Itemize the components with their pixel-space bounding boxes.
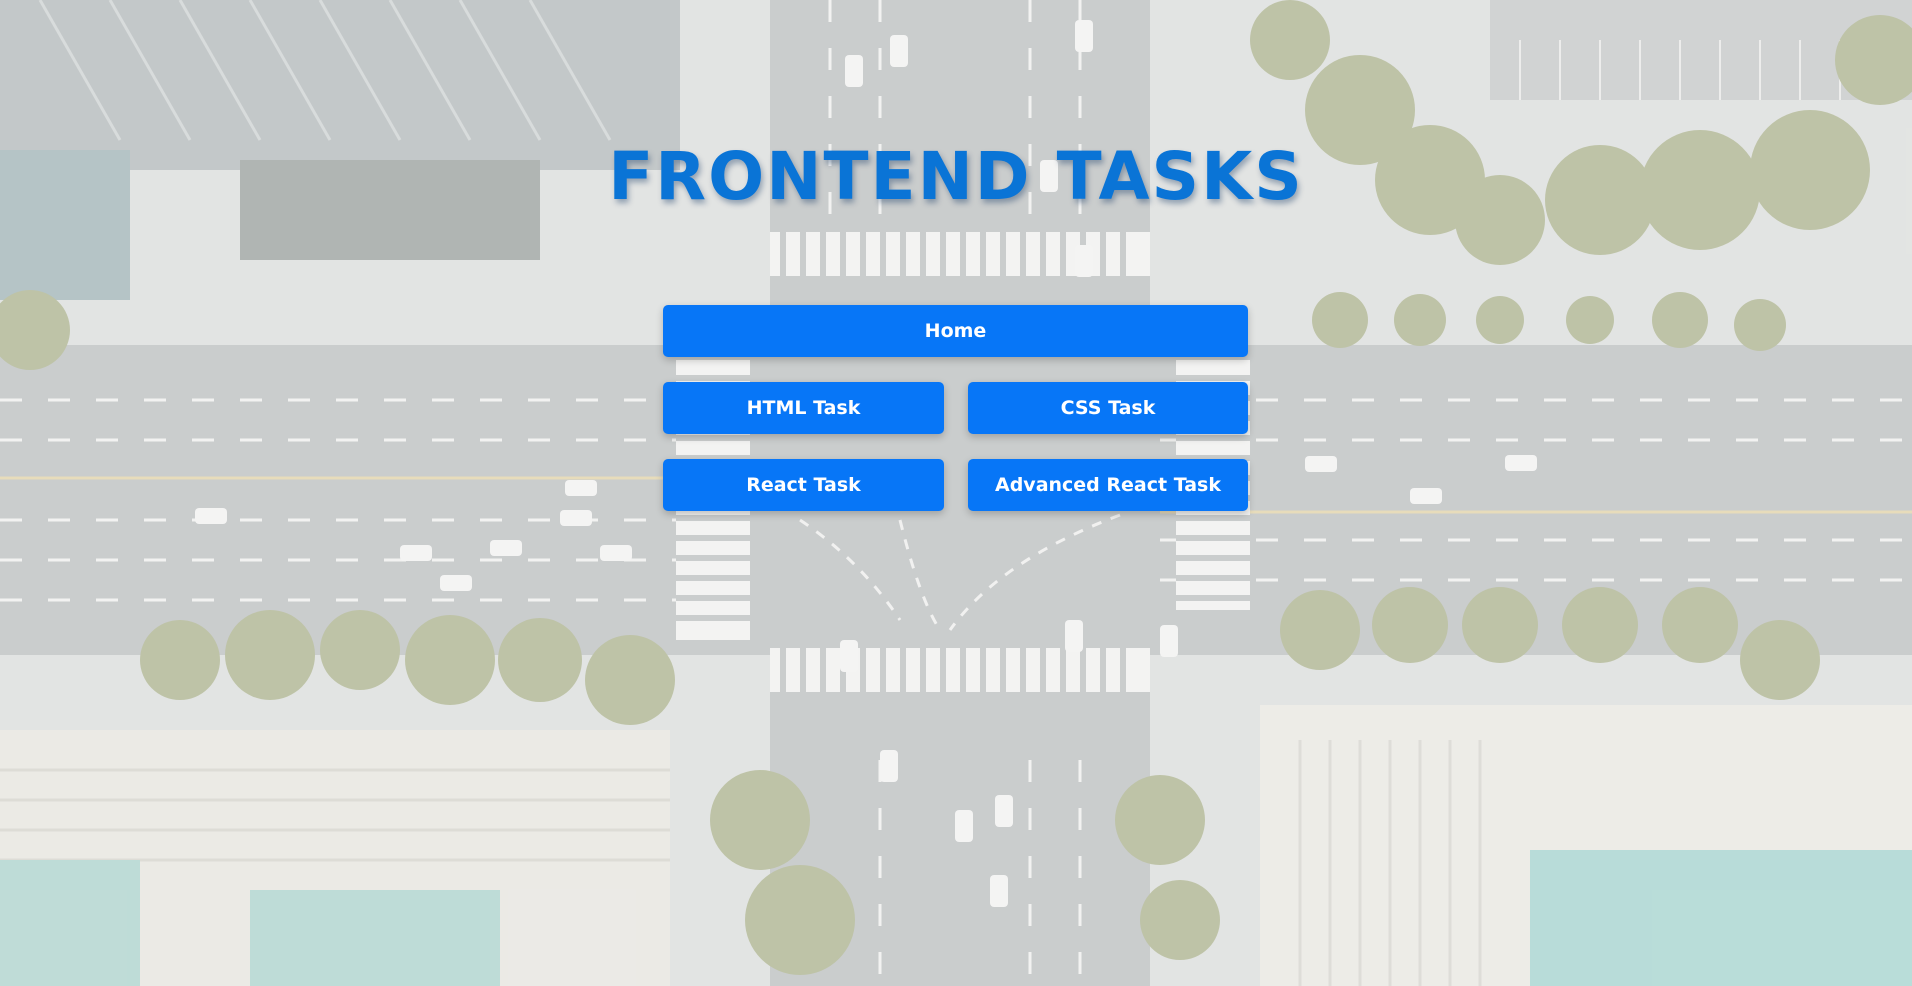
main-content: FRONTEND TASKS Home HTML Task CSS Task R… bbox=[0, 0, 1912, 986]
html-task-button[interactable]: HTML Task bbox=[663, 382, 944, 434]
page-title: FRONTEND TASKS bbox=[608, 138, 1304, 215]
home-button[interactable]: Home bbox=[663, 305, 1248, 357]
react-task-button[interactable]: React Task bbox=[663, 459, 944, 511]
advanced-react-task-button[interactable]: Advanced React Task bbox=[968, 459, 1248, 511]
css-task-button[interactable]: CSS Task bbox=[968, 382, 1248, 434]
